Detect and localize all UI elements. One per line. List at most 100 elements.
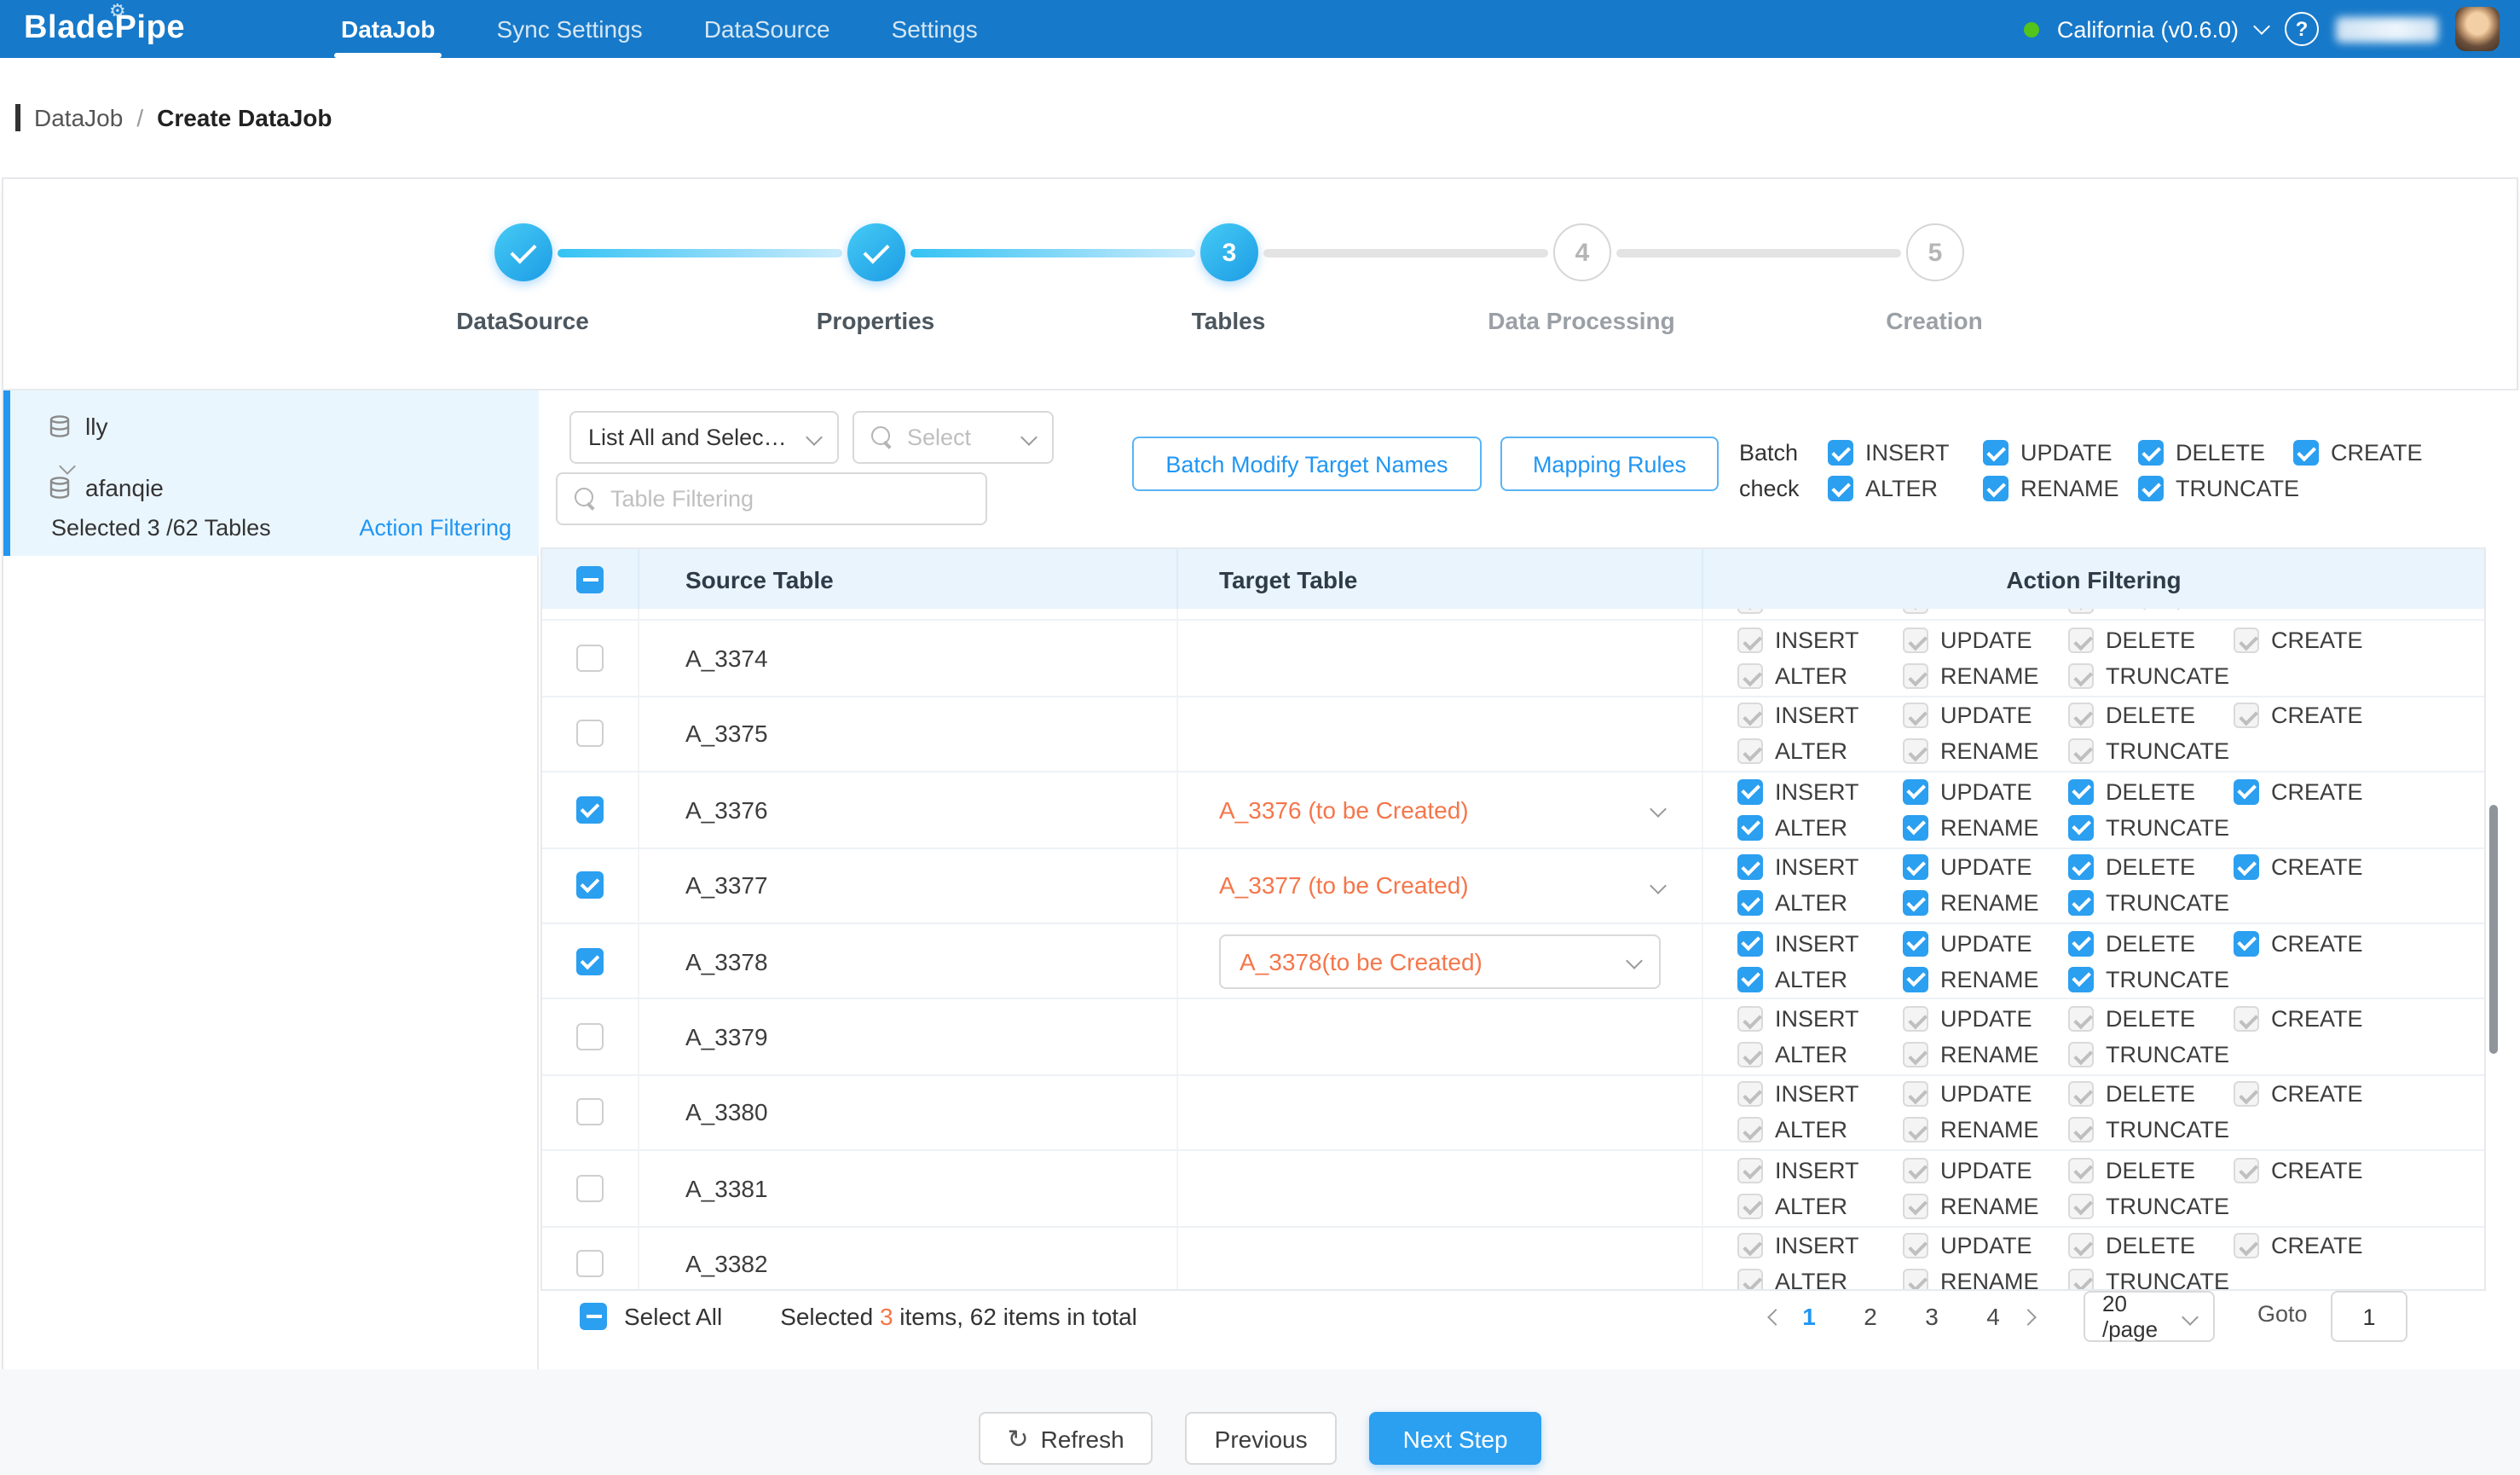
- action-option-alter: ALTER: [1737, 1194, 1903, 1219]
- chevron-down-icon[interactable]: [1650, 876, 1667, 894]
- action-option-label: ALTER: [1775, 663, 1847, 689]
- checkbox[interactable]: [2068, 966, 2094, 992]
- checkbox[interactable]: [1737, 930, 1763, 956]
- chevron-down-icon[interactable]: [2253, 17, 2270, 34]
- select-all-checkbox[interactable]: [580, 1303, 607, 1330]
- table-filter-input[interactable]: [610, 486, 968, 512]
- checkbox[interactable]: [1903, 779, 1928, 805]
- page-size-select[interactable]: 20 /page: [2084, 1291, 2215, 1342]
- checkbox[interactable]: [2068, 779, 2094, 805]
- prev-page-icon[interactable]: [1758, 1299, 1792, 1333]
- next-step-button[interactable]: Next Step: [1369, 1412, 1542, 1465]
- checkbox[interactable]: [576, 872, 604, 899]
- nav-item-datajob[interactable]: DataJob: [310, 0, 465, 58]
- mapping-rules-button[interactable]: Mapping Rules: [1500, 437, 1719, 491]
- checkbox[interactable]: [2138, 476, 2164, 501]
- checkbox[interactable]: [576, 947, 604, 975]
- action-option-insert: INSERT: [1737, 703, 1903, 729]
- target-table-cell: A_3378(to be Created): [1178, 924, 1703, 998]
- checkbox[interactable]: [1737, 779, 1763, 805]
- page-4[interactable]: 4: [1976, 1303, 2010, 1330]
- checkbox[interactable]: [2234, 930, 2259, 956]
- action-option-label: CREATE: [2271, 779, 2363, 805]
- navbar: BladePipe ⚙ DataJobSync SettingsDataSour…: [0, 0, 2520, 58]
- avatar[interactable]: [2455, 7, 2500, 51]
- step-circle-4: 4: [1553, 223, 1611, 281]
- table-row: INSERTUPDATEDELETECREATEALTERRENAMETRUNC…: [542, 609, 2484, 622]
- action-option-create: CREATE: [2234, 703, 2399, 729]
- checkbox[interactable]: [1737, 891, 1763, 917]
- page-1[interactable]: 1: [1792, 1303, 1826, 1330]
- app-logo[interactable]: BladePipe ⚙: [24, 10, 276, 48]
- checkbox[interactable]: [576, 1023, 604, 1050]
- action-filtering-link[interactable]: Action Filtering: [359, 515, 512, 541]
- action-option-label: UPDATE: [1940, 1158, 2032, 1183]
- checkbox[interactable]: [2068, 891, 2094, 917]
- source-schema[interactable]: lly: [48, 413, 107, 440]
- select-all-header-checkbox[interactable]: [576, 565, 604, 593]
- checkbox[interactable]: [1903, 891, 1928, 917]
- target-table-select[interactable]: A_3378(to be Created): [1219, 934, 1661, 988]
- disabled-checkbox: [1903, 703, 1928, 729]
- database-icon: [48, 476, 72, 500]
- checkbox[interactable]: [576, 1099, 604, 1126]
- region-selector[interactable]: California (v0.6.0): [2057, 16, 2239, 42]
- table-filter-box: [556, 472, 987, 525]
- target-table-name[interactable]: A_3377 (to be Created): [1219, 872, 1469, 899]
- page-3[interactable]: 3: [1915, 1303, 1949, 1330]
- action-option-label: ALTER: [1775, 1194, 1847, 1219]
- action-option-label: DELETE: [2176, 440, 2265, 466]
- checkbox[interactable]: [1737, 966, 1763, 992]
- target-schema[interactable]: afanqie: [48, 474, 164, 501]
- goto-page-input[interactable]: [2331, 1291, 2407, 1342]
- checkbox[interactable]: [2234, 779, 2259, 805]
- step-label-data-processing: Data Processing: [1405, 307, 1758, 334]
- checkbox[interactable]: [2138, 440, 2164, 466]
- checkbox[interactable]: [1903, 966, 1928, 992]
- nav-item-datasource[interactable]: DataSource: [673, 0, 861, 58]
- batch-modify-target-names-button[interactable]: Batch Modify Target Names: [1132, 437, 1482, 491]
- action-option-alter: ALTER: [1737, 1118, 1903, 1143]
- checkbox[interactable]: [576, 796, 604, 824]
- checkbox[interactable]: [1903, 855, 1928, 881]
- action-option-create: CREATE: [2234, 779, 2399, 805]
- vertical-scrollbar[interactable]: [2489, 805, 2498, 1054]
- checkbox[interactable]: [1903, 815, 1928, 841]
- page-2[interactable]: 2: [1853, 1303, 1887, 1330]
- checkbox[interactable]: [1737, 855, 1763, 881]
- action-option-alter: ALTER: [1737, 739, 1903, 765]
- checkbox[interactable]: [2068, 930, 2094, 956]
- refresh-button[interactable]: ↻ Refresh: [978, 1412, 1153, 1465]
- nav-item-settings[interactable]: Settings: [861, 0, 1009, 58]
- checkbox[interactable]: [1828, 440, 1853, 466]
- checkbox[interactable]: [1983, 476, 2008, 501]
- filter-select[interactable]: Select: [853, 411, 1054, 464]
- chevron-down-icon[interactable]: [1650, 801, 1667, 818]
- next-page-icon[interactable]: [2010, 1299, 2044, 1333]
- checkbox[interactable]: [576, 720, 604, 748]
- selected-schema-block[interactable]: lly afanqie Selected 3 /62 Tables Action…: [3, 390, 539, 556]
- nav-item-sync-settings[interactable]: Sync Settings: [465, 0, 673, 58]
- checkbox[interactable]: [1903, 930, 1928, 956]
- action-option-label: ALTER: [1775, 1118, 1847, 1143]
- checkbox[interactable]: [1828, 476, 1853, 501]
- checkbox[interactable]: [2068, 855, 2094, 881]
- action-option-update: UPDATE: [1903, 1233, 2068, 1258]
- list-mode-select[interactable]: List All and Select ...: [569, 411, 839, 464]
- checkbox[interactable]: [2068, 815, 2094, 841]
- checkbox[interactable]: [2293, 440, 2319, 466]
- breadcrumb-parent[interactable]: DataJob: [34, 104, 123, 131]
- checkbox[interactable]: [2234, 855, 2259, 881]
- action-option-truncate: TRUNCATE: [2068, 1118, 2234, 1143]
- action-option-rename: RENAME: [1903, 891, 2068, 917]
- disabled-checkbox: [1737, 609, 1763, 613]
- checkbox[interactable]: [576, 1175, 604, 1202]
- checkbox[interactable]: [1737, 815, 1763, 841]
- checkbox[interactable]: [576, 1250, 604, 1277]
- previous-button[interactable]: Previous: [1186, 1412, 1337, 1465]
- checkbox[interactable]: [576, 645, 604, 672]
- target-table-name[interactable]: A_3376 (to be Created): [1219, 796, 1469, 824]
- checkbox[interactable]: [1983, 440, 2008, 466]
- help-icon[interactable]: ?: [2285, 12, 2319, 46]
- disabled-checkbox: [2068, 609, 2094, 613]
